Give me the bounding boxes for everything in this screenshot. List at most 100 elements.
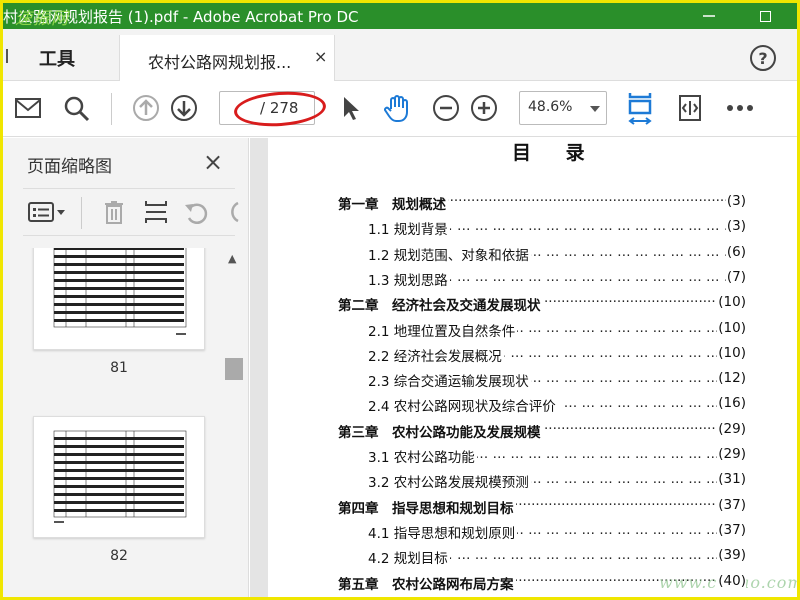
toc-entry-title: 2.3 综合交通运输发展现状 — [368, 370, 531, 391]
toc-section[interactable]: 2.3 综合交通运输发展现状 … … … … … … … … … … … … …… — [368, 370, 746, 391]
thumbnail-page-81[interactable] — [33, 248, 205, 350]
toc-entry-title: 第五章 农村公路网布局方案 — [338, 572, 516, 593]
panel-toolbar — [23, 188, 239, 236]
toc-entry-title: 第一章 规划概述 — [338, 193, 448, 213]
tab-tools[interactable]: 工具 — [39, 45, 75, 71]
toc-entry-title: 1.3 规划思路 — [368, 268, 450, 289]
toc-entry-title: 第四章 指导思想和规划目标 — [338, 496, 516, 517]
toc-page-number: (6) — [725, 243, 746, 260]
title-bar: 村公路网规划报告 (1).pdf - Adobe Acrobat Pro DC … — [3, 3, 797, 29]
scroll-thumb[interactable] — [225, 358, 243, 380]
toc-section[interactable]: 2.1 地理位置及自然条件 … … … … … … … … … … … … … … — [368, 319, 746, 340]
minimize-icon[interactable] — [689, 3, 729, 29]
zoom-select[interactable]: 48.6% — [519, 91, 607, 125]
toc-section[interactable]: 4.1 指导思想和规划原则 … … … … … … … … … … … … … … — [368, 521, 746, 542]
document-tab-label: 农村公路网规划报... — [148, 53, 292, 72]
mail-icon[interactable] — [13, 93, 43, 123]
toc-entry-title: 3.2 农村公路发展规模预测 — [368, 471, 531, 492]
toc-chapter[interactable]: 第二章 经济社会及交通发展现状·························… — [338, 294, 746, 315]
toc-section[interactable]: 1.3 规划思路 … … … … … … … … … … … … … … … …… — [368, 268, 746, 289]
toolbar: / 278 48.6% — [3, 81, 797, 137]
search-icon[interactable] — [61, 93, 91, 123]
document-viewport[interactable]: 目 录 第一章 规划概述 ····························… — [250, 138, 797, 597]
toc-page-number: (39) — [717, 547, 746, 564]
toc-chapter[interactable]: 第四章 指导思想和规划目标 ···························… — [338, 496, 746, 517]
thumbnail-table-image — [53, 430, 187, 523]
scroll-up-icon[interactable]: ▲ — [228, 252, 236, 265]
toc-section[interactable]: 1.1 规划背景 … … … … … … … … … … … … … … … …… — [368, 218, 746, 239]
select-cursor-icon[interactable] — [335, 93, 365, 123]
prev-page-icon[interactable] — [131, 93, 161, 123]
toc-page-number: (16) — [717, 395, 746, 412]
page-number-field[interactable]: / 278 — [219, 88, 328, 130]
toc-page-number: (10) — [717, 319, 746, 336]
toc-section[interactable]: 4.2 规划目标 … … … … … … … … … … … … … … … …… — [368, 547, 746, 568]
toc-entry-title: 4.2 规划目标 — [368, 547, 450, 568]
toolbar-separator — [111, 93, 112, 125]
fit-page-icon[interactable] — [625, 93, 655, 125]
panel-title: 页面缩略图 — [27, 157, 112, 177]
toc-section[interactable]: 1.2 规划范围、对象和依据 … … … … … … … … … … … … …… — [368, 243, 746, 264]
zoom-in-icon[interactable] — [469, 93, 499, 123]
toc-title: 目 录 — [512, 142, 599, 164]
toc-chapter[interactable]: 第三章 农村公路功能及发展规模·························… — [338, 420, 746, 441]
trash-icon[interactable] — [101, 199, 127, 225]
zoom-value: 48.6% — [528, 99, 573, 115]
thumbnail-label: 81 — [110, 360, 128, 376]
tab-document[interactable]: 农村公路网规划报... × — [119, 35, 335, 81]
toc-page-number: (29) — [717, 446, 746, 462]
toc-entry-title: 第三章 农村公路功能及发展规模 — [338, 420, 543, 441]
thumbnail-panel: 页面缩略图 × 81 82 ▲ — [3, 138, 249, 597]
tab-bar: 工具 农村公路网规划报... × ? — [3, 29, 797, 81]
toc-page-number: (10) — [717, 344, 746, 361]
toc-entry-title: 1.1 规划背景 — [368, 218, 450, 239]
toc-page-number: (12) — [717, 370, 746, 387]
rotate-left-icon[interactable] — [183, 199, 209, 225]
more-icon[interactable] — [725, 93, 755, 123]
toc-entry-title: 3.1 农村公路功能 — [368, 446, 477, 466]
close-tab-icon[interactable]: × — [314, 47, 327, 66]
scroll-mode-icon[interactable] — [675, 93, 705, 123]
toc-page-number: (10) — [717, 294, 746, 311]
document-page: 目 录 第一章 规划概述 ····························… — [268, 138, 797, 597]
window-frame: 村公路网规划报告 (1).pdf - Adobe Acrobat Pro DC … — [0, 0, 800, 600]
thumbnail-list: 81 82 — [3, 248, 223, 597]
toc-page-number: (37) — [717, 521, 746, 538]
highlight-ellipse — [232, 88, 328, 130]
toc-page-number: (31) — [717, 471, 746, 488]
toc-section[interactable]: 3.2 农村公路发展规模预测 … … … … … … … … … … … … …… — [368, 471, 746, 492]
zoom-out-icon[interactable] — [431, 93, 461, 123]
rotate-right-icon[interactable] — [219, 199, 245, 225]
next-page-icon[interactable] — [169, 93, 199, 123]
toc-entry-title: 2.1 地理位置及自然条件 — [368, 319, 518, 340]
toc-section[interactable]: 2.4 农村公路网现状及综合评价 … … … … … … … … … … … …… — [368, 395, 746, 416]
toc-entry-title: 2.2 经济社会发展概况 — [368, 344, 504, 365]
home-tab-edge[interactable] — [3, 47, 11, 69]
toc-page-number: (29) — [717, 420, 746, 437]
toc-entry-title: 2.4 农村公路网现状及综合评价 — [368, 395, 558, 416]
toc-entry-title: 1.2 规划范围、对象和依据 — [368, 243, 531, 264]
close-panel-icon[interactable]: × — [203, 148, 223, 176]
toc-page-number: (3) — [725, 218, 746, 235]
maximize-icon[interactable] — [745, 3, 785, 29]
toc-entry-title: 4.1 指导思想和规划原则 — [368, 521, 518, 542]
thumbnail-label: 82 — [110, 548, 128, 564]
toc-page-number: (3) — [725, 193, 746, 209]
help-icon[interactable]: ? — [750, 45, 776, 71]
options-menu-icon[interactable] — [27, 199, 67, 225]
thumbnail-page-82[interactable] — [33, 416, 205, 538]
thumbnail-table-image — [53, 248, 187, 335]
toc-section[interactable]: 3.1 农村公路功能 … … … … … … … … … … … … … … …… — [368, 446, 746, 466]
site-watermark: 速振网 — [15, 9, 69, 29]
toc-page-number: (40) — [717, 572, 746, 589]
thumbnail-scrollbar[interactable]: ▲ — [223, 248, 245, 597]
toc-chapter[interactable]: 第一章 规划概述 ································… — [338, 193, 746, 213]
panel-separator — [81, 197, 82, 229]
toc-page-number: (7) — [725, 268, 746, 285]
toc-page-number: (37) — [717, 496, 746, 513]
toc-entry-title: 第二章 经济社会及交通发展现状 — [338, 294, 543, 315]
chevron-down-icon — [590, 106, 600, 112]
hand-tool-icon[interactable] — [383, 93, 413, 123]
insert-page-icon[interactable] — [143, 199, 169, 225]
toc-section[interactable]: 2.2 经济社会发展概况 … … … … … … … … … … … … … …… — [368, 344, 746, 365]
